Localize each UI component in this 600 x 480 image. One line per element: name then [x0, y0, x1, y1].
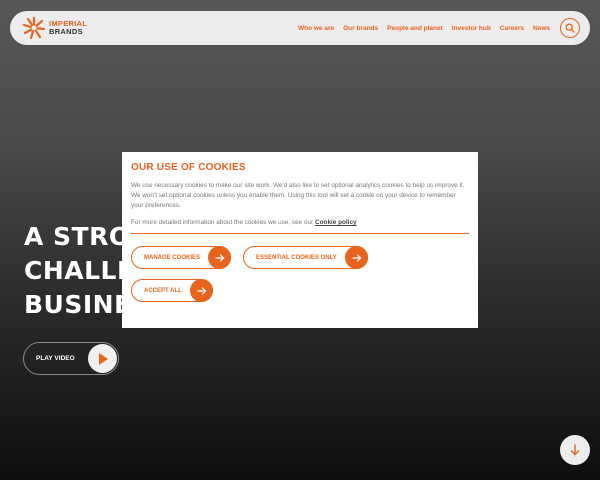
logo-icon	[22, 16, 46, 40]
hero-heading-line-1: A STRO	[24, 222, 131, 251]
search-button[interactable]	[560, 18, 580, 38]
play-icon	[88, 344, 117, 373]
arrow-right-icon	[208, 246, 231, 269]
logo-wordmark: IMPERIAL BRANDS	[49, 20, 87, 36]
cookie-more-info-text: For more detailed information about the …	[131, 219, 314, 226]
nav-item-investor-hub[interactable]: Investor hub	[452, 25, 491, 32]
nav-item-careers[interactable]: Careers	[500, 25, 524, 32]
cookie-button-row-2: ACCEPT ALL	[131, 279, 469, 302]
hero-heading-line-2: CHALLE	[24, 256, 135, 285]
brand-logo[interactable]: IMPERIAL BRANDS	[22, 11, 87, 45]
play-video-label: PLAY VIDEO	[36, 355, 75, 362]
nav-item-people-and-planet[interactable]: People and planet	[387, 25, 443, 32]
cookie-dialog-body: We use necessary cookies to make our sit…	[131, 182, 465, 209]
main-nav: Who we are Our brands People and planet …	[289, 18, 580, 38]
cookie-button-row: MANAGE COOKIES ESSENTIAL COOKIES ONLY	[131, 246, 469, 269]
cookie-policy-link[interactable]: Cookie policy	[315, 219, 357, 226]
play-video-button[interactable]: PLAY VIDEO	[23, 342, 119, 375]
search-icon	[565, 23, 575, 33]
logo-line-2: BRANDS	[49, 27, 83, 36]
essential-cookies-button[interactable]: ESSENTIAL COOKIES ONLY	[243, 246, 368, 269]
manage-cookies-button[interactable]: MANAGE COOKIES	[131, 246, 231, 269]
cookie-more-info: For more detailed information about the …	[131, 219, 469, 226]
nav-item-who-we-are[interactable]: Who we are	[298, 25, 334, 32]
manage-cookies-label: MANAGE COOKIES	[144, 254, 201, 261]
cookie-dialog-title: OUR USE OF COOKIES	[131, 162, 246, 173]
nav-item-news[interactable]: News	[533, 25, 550, 32]
cookie-consent-dialog: OUR USE OF COOKIES We use necessary cook…	[122, 152, 478, 328]
arrow-down-icon	[570, 444, 580, 456]
cookie-divider	[131, 233, 469, 234]
arrow-right-icon	[345, 246, 368, 269]
scroll-down-button[interactable]	[560, 435, 590, 465]
nav-item-our-brands[interactable]: Our brands	[343, 25, 378, 32]
accept-all-label: ACCEPT ALL	[144, 287, 182, 294]
site-header: IMPERIAL BRANDS Who we are Our brands Pe…	[10, 11, 590, 45]
arrow-right-icon	[190, 279, 213, 302]
accept-all-button[interactable]: ACCEPT ALL	[131, 279, 213, 302]
essential-cookies-label: ESSENTIAL COOKIES ONLY	[256, 254, 337, 261]
